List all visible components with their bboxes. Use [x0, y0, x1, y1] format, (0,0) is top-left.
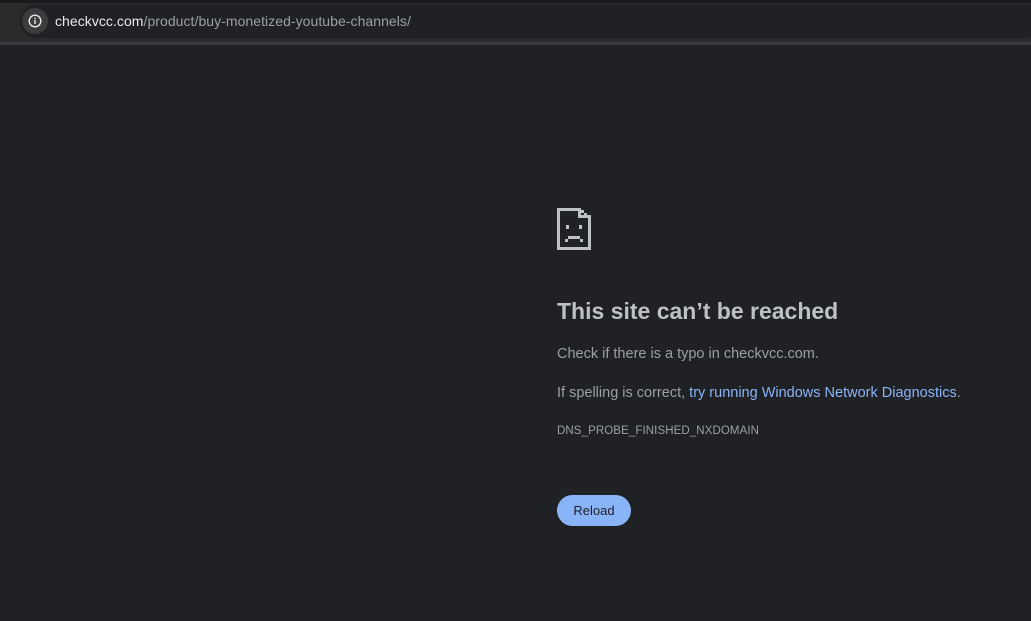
- error-code: DNS_PROBE_FINISHED_NXDOMAIN: [557, 425, 760, 437]
- typo-hint: Check if there is a typo in checkvcc.com…: [557, 346, 819, 362]
- network-diagnostics-link[interactable]: try running Windows Network Diagnostics: [689, 385, 957, 401]
- reload-button[interactable]: Reload: [557, 495, 631, 526]
- toolbar-divider: [0, 42, 1031, 45]
- browser-toolbar: checkvcc.com/product/buy-monetized-youtu…: [0, 0, 1031, 45]
- diagnostics-hint-prefix: If spelling is correct,: [557, 385, 690, 401]
- diagnostics-hint-suffix: .: [956, 385, 961, 401]
- sad-page-icon: [557, 208, 591, 250]
- info-icon: [28, 14, 42, 28]
- error-title: This site can’t be reached: [557, 298, 839, 324]
- address-bar[interactable]: checkvcc.com/product/buy-monetized-youtu…: [20, 4, 1031, 38]
- diagnostics-hint: If spelling is correct, try running Wind…: [557, 385, 961, 401]
- url-path: /product/buy-monetized-youtube-channels/: [143, 13, 411, 29]
- url-host: checkvcc.com: [55, 13, 144, 29]
- site-info-button[interactable]: [22, 8, 48, 34]
- url-text[interactable]: checkvcc.com/product/buy-monetized-youtu…: [55, 13, 411, 29]
- toolbar-top-edge: [0, 0, 1031, 3]
